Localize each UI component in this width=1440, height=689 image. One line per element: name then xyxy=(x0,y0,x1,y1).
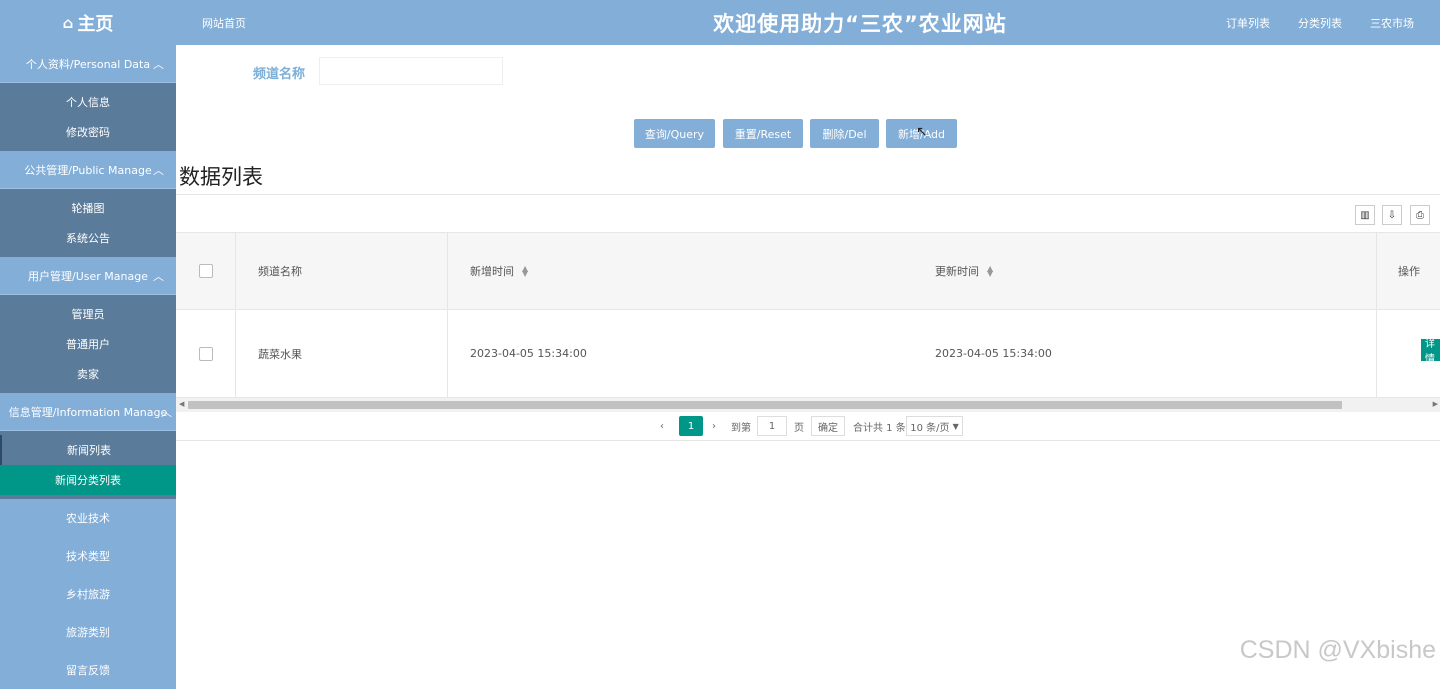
sidebar-item-feedback[interactable]: 留言反馈 xyxy=(0,651,176,689)
total-count: 合计共 1 条 xyxy=(853,416,906,436)
table-toolbar: ▥ ⇩ ⎙ xyxy=(176,195,1440,233)
row-channel-name: 蔬菜水果 xyxy=(258,310,302,397)
sort-icon[interactable]: ▲▼ xyxy=(987,266,993,276)
house-icon: ⌂ xyxy=(63,14,74,32)
table-row: 蔬菜水果 2023-04-05 15:34:00 2023-04-05 15:3… xyxy=(176,310,1440,398)
column-header-updated-label: 更新时间 xyxy=(935,263,979,279)
site-title: 欢迎使用助力“三农”农业网站 xyxy=(640,8,1080,38)
print-icon[interactable]: ⎙ xyxy=(1410,205,1430,225)
row-checkbox[interactable] xyxy=(199,310,213,397)
reset-button[interactable]: 重置/Reset xyxy=(723,119,803,148)
sidebar-item-profile[interactable]: 个人信息 xyxy=(0,87,176,117)
top-bar: ⌂ 主页 网站首页 欢迎使用助力“三农”农业网站 订单列表 分类列表 三农市场 xyxy=(0,0,1440,45)
menu-group-info[interactable]: 信息管理/Information Manage ︿ xyxy=(0,393,176,431)
sidebar-item-carousel[interactable]: 轮播图 xyxy=(0,193,176,223)
market-link[interactable]: 三农市场 xyxy=(1370,15,1414,31)
chevron-up-icon: ︿ xyxy=(153,268,164,284)
sidebar-item-travel-category[interactable]: 旅游类别 xyxy=(0,613,176,651)
page-1-button[interactable]: 1 xyxy=(679,416,703,436)
page-unit-label: 页 xyxy=(794,416,804,436)
delete-button[interactable]: 删除/Del xyxy=(810,119,879,148)
sidebar-item-news[interactable]: 新闻列表 xyxy=(0,435,176,465)
detail-button[interactable]: 详情 xyxy=(1421,339,1440,361)
sidebar-item-notice[interactable]: 系统公告 xyxy=(0,223,176,253)
menu-group-label: 个人资料/Personal Data xyxy=(26,56,150,72)
row-created-time: 2023-04-05 15:34:00 xyxy=(470,310,587,397)
chevron-down-icon: ▼ xyxy=(953,422,959,431)
list-title: 数据列表 xyxy=(179,161,263,191)
select-all-checkbox[interactable] xyxy=(199,233,213,309)
sidebar-item-tech-type[interactable]: 技术类型 xyxy=(0,537,176,575)
query-button[interactable]: 查询/Query xyxy=(634,119,715,148)
sidebar-item-user[interactable]: 普通用户 xyxy=(0,329,176,359)
export-icon[interactable]: ⇩ xyxy=(1382,205,1402,225)
table-header: 频道名称 新增时间 ▲▼ 更新时间 ▲▼ 操作 xyxy=(176,233,1440,310)
row-updated-time: 2023-04-05 15:34:00 xyxy=(935,310,1052,397)
column-header-action: 操作 xyxy=(1398,233,1420,309)
goto-page-input[interactable]: 1 xyxy=(757,416,787,436)
mouse-cursor-icon: ↖ xyxy=(916,124,928,140)
chevron-up-icon: ︿ xyxy=(153,162,164,178)
home-label: 主页 xyxy=(77,10,113,36)
watermark: CSDN @VXbishe xyxy=(1240,636,1436,665)
menu-group-label: 信息管理/Information Manage xyxy=(9,404,168,420)
chevron-up-icon: ︿ xyxy=(161,404,172,420)
sidebar-item-news-category[interactable]: 新闻分类列表 xyxy=(0,465,176,495)
category-list-link[interactable]: 分类列表 xyxy=(1298,15,1342,31)
menu-group-label: 公共管理/Public Manage xyxy=(24,162,151,178)
channel-name-label: 频道名称 xyxy=(253,63,305,82)
sidebar-item-agri-tech[interactable]: 农业技术 xyxy=(0,499,176,537)
per-page-value: 10 条/页 xyxy=(910,419,949,434)
order-list-link[interactable]: 订单列表 xyxy=(1226,15,1270,31)
next-page-icon[interactable]: › xyxy=(712,416,716,436)
menu-group-body: 轮播图 系统公告 xyxy=(0,189,176,257)
goto-confirm-button[interactable]: 确定 xyxy=(811,416,845,436)
menu-group-personal[interactable]: 个人资料/Personal Data ︿ xyxy=(0,45,176,83)
scroll-right-icon[interactable]: ▶ xyxy=(1433,400,1438,408)
horizontal-scrollbar[interactable]: ◀ ▶ xyxy=(176,398,1440,412)
channel-name-input[interactable] xyxy=(319,57,503,85)
goto-label: 到第 xyxy=(731,416,751,436)
menu-group-body: 管理员 普通用户 卖家 xyxy=(0,295,176,393)
sidebar-item-seller[interactable]: 卖家 xyxy=(0,359,176,389)
sidebar-item-admin[interactable]: 管理员 xyxy=(0,299,176,329)
menu-group-users[interactable]: 用户管理/User Manage ︿ xyxy=(0,257,176,295)
scroll-left-icon[interactable]: ◀ xyxy=(179,400,184,408)
chevron-up-icon: ︿ xyxy=(153,56,164,72)
scrollbar-thumb[interactable] xyxy=(188,401,1342,409)
per-page-select[interactable]: 10 条/页 ▼ xyxy=(906,416,963,436)
menu-group-body: 个人信息 修改密码 xyxy=(0,83,176,151)
column-header-created-label: 新增时间 xyxy=(470,263,514,279)
sidebar-item-password[interactable]: 修改密码 xyxy=(0,117,176,147)
column-header-updated[interactable]: 更新时间 ▲▼ xyxy=(935,233,993,309)
columns-icon[interactable]: ▥ xyxy=(1355,205,1375,225)
sidebar: 个人资料/Personal Data ︿ 个人信息 修改密码 公共管理/Publ… xyxy=(0,45,176,675)
data-table: ▥ ⇩ ⎙ 频道名称 新增时间 ▲▼ 更新时间 ▲▼ 操作 蔬菜水果 xyxy=(176,194,1440,440)
site-home-link[interactable]: 网站首页 xyxy=(202,15,246,31)
menu-group-body: 新闻列表 新闻分类列表 xyxy=(0,431,176,499)
sidebar-item-rural-travel[interactable]: 乡村旅游 xyxy=(0,575,176,613)
home-link[interactable]: ⌂ 主页 xyxy=(0,0,176,45)
pagination: ‹ 1 › 到第 1 页 确定 合计共 1 条 10 条/页 ▼ xyxy=(176,411,1440,441)
column-header-channel: 频道名称 xyxy=(258,233,302,309)
column-header-created[interactable]: 新增时间 ▲▼ xyxy=(470,233,528,309)
prev-page-icon[interactable]: ‹ xyxy=(660,416,664,436)
main-content: 频道名称 查询/Query 重置/Reset 删除/Del 新增/Add 数据列… xyxy=(176,45,1440,675)
menu-group-label: 用户管理/User Manage xyxy=(28,268,148,284)
menu-group-public[interactable]: 公共管理/Public Manage ︿ xyxy=(0,151,176,189)
sort-icon[interactable]: ▲▼ xyxy=(522,266,528,276)
